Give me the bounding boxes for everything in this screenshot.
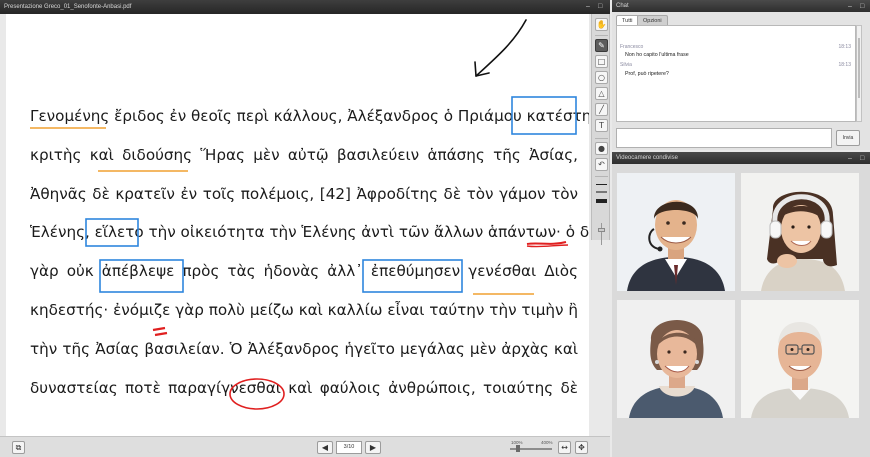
message-text: Prof, può ripetere?: [625, 71, 669, 77]
tab-tutti[interactable]: Tutti: [616, 15, 639, 25]
text-line: γὰρ οὐκ ἀπέβλεψε πρὸς τὰς ἡδονὰς ἀλλ᾽ ἐπ…: [30, 262, 578, 281]
pen-icon[interactable]: ✎: [595, 39, 608, 52]
webcam-tile[interactable]: [741, 300, 859, 418]
participant-avatar: [741, 300, 859, 418]
fit-width-icon[interactable]: ↔: [558, 441, 571, 454]
message-time: 18:13: [838, 62, 851, 68]
stroke-width-thick[interactable]: [596, 199, 607, 203]
minimize-icon[interactable]: –: [586, 0, 590, 14]
chat-message-input[interactable]: [616, 128, 832, 148]
message-text: Non ho capito l'ultima frase: [625, 52, 689, 58]
chat-panel: Tutti Opzioni Francesco 18:13 Non ho cap…: [612, 12, 870, 150]
text-line: δυναστείας ποτὲ παραγίγνεσθαι καὶ φαύλοι…: [30, 378, 578, 397]
arrow-left-icon: ◀: [321, 443, 329, 452]
chat-scrollbar[interactable]: [856, 25, 862, 122]
document-title-bar: Presentazione Greco_01_Senofonte-Anbasi.…: [0, 0, 610, 14]
circle-icon[interactable]: ○: [595, 71, 608, 84]
line-icon[interactable]: ╱: [595, 103, 608, 116]
participant-avatar: [617, 173, 735, 291]
next-page-button[interactable]: ▶: [365, 441, 381, 454]
page-indicator[interactable]: 3/10: [336, 441, 362, 454]
webcam-tile[interactable]: [617, 173, 735, 291]
text-line: τὴν τῆς Ἀσίας βασιλείαν. Ὁ Ἀλέξανδρος ἡγ…: [30, 339, 578, 358]
zoom-max-label: 400%: [541, 440, 553, 445]
participant-avatar: [617, 300, 735, 418]
zoom-slider-handle[interactable]: [516, 445, 520, 452]
maximize-icon[interactable]: □: [598, 0, 602, 14]
undo-icon[interactable]: ↶: [595, 158, 608, 171]
chat-log: Francesco 18:13 Non ho capito l'ultima f…: [616, 25, 856, 122]
text-line: κριτὴς καὶ διδούσης Ἥρας μὲν αὐτῷ βασιλε…: [30, 145, 578, 164]
chat-title-bar: Chat – □: [612, 0, 870, 12]
message-author: Silvia: [620, 62, 632, 68]
text-line: κηδεστής· ἐνόμιζε γὰρ πολὺ μείζω καὶ καλ…: [30, 300, 578, 319]
webcam-grid: [612, 164, 870, 457]
stroke-width-medium[interactable]: [596, 191, 607, 193]
stroke-width-thin[interactable]: [596, 184, 607, 185]
document-title: Presentazione Greco_01_Senofonte-Anbasi.…: [4, 4, 132, 10]
toolbar-divider: [595, 176, 608, 177]
square-icon[interactable]: □: [595, 55, 608, 68]
text-icon[interactable]: T: [595, 119, 608, 132]
send-button[interactable]: Invia: [836, 130, 860, 146]
toolbar-divider: [595, 35, 608, 36]
triangle-icon[interactable]: △: [595, 87, 608, 100]
webcam-tile[interactable]: [617, 300, 735, 418]
annotation-arrowhead: [474, 61, 490, 77]
chat-scrollbar-thumb[interactable]: [858, 38, 860, 98]
participant-avatar: [741, 173, 859, 291]
text-line: Ἀθηνᾶς δὲ κρατεῖν ἐν τοῖς πολέμοις, [42]…: [30, 184, 578, 203]
text-line: Γενομένης ἔριδος ἐν θεοῖς περὶ κάλλους, …: [30, 107, 589, 125]
previous-page-button[interactable]: ◀: [317, 441, 333, 454]
stroke-slider-track[interactable]: [601, 223, 602, 245]
app-window: Presentazione Greco_01_Senofonte-Anbasi.…: [0, 0, 870, 457]
webcam-title-bar: Videocamere condivise – □: [612, 152, 870, 164]
document-page[interactable]: Γενομένης ἔριδος ἐν θεοῖς περὶ κάλλους, …: [6, 14, 589, 436]
stroke-slider-handle[interactable]: [598, 228, 605, 232]
toolbar-divider: [595, 138, 608, 139]
fit-page-icon[interactable]: ✥: [575, 441, 588, 454]
arrow-right-icon: ▶: [369, 443, 377, 452]
message-time: 18:13: [838, 44, 851, 50]
record-icon[interactable]: ●: [595, 142, 608, 155]
annotation-arrow: [475, 19, 527, 77]
document-text: Γενομένης ἔριδος ἐν θεοῖς περὶ κάλλους, …: [30, 103, 589, 413]
chat-title: Chat: [616, 3, 629, 9]
drawing-toolbar: ✋ ✎ □ ○ △ ╱ T ● ↶: [591, 14, 610, 245]
tab-opzioni[interactable]: Opzioni: [637, 15, 668, 25]
text-line: Ἑλένης, εἵλετο τὴν οἰκειότητα τὴν Ἑλένης…: [30, 223, 589, 242]
webcam-title: Videocamere condivise: [616, 155, 678, 161]
document-bottom-bar: ⧉ ◀ 3/10 ▶ 100% 400% ↔ ✥: [0, 436, 610, 457]
webcam-tile[interactable]: [741, 173, 859, 291]
fullscreen-icon[interactable]: ⧉: [12, 441, 25, 454]
message-author: Francesco: [620, 44, 644, 50]
hand-icon[interactable]: ✋: [595, 18, 608, 31]
